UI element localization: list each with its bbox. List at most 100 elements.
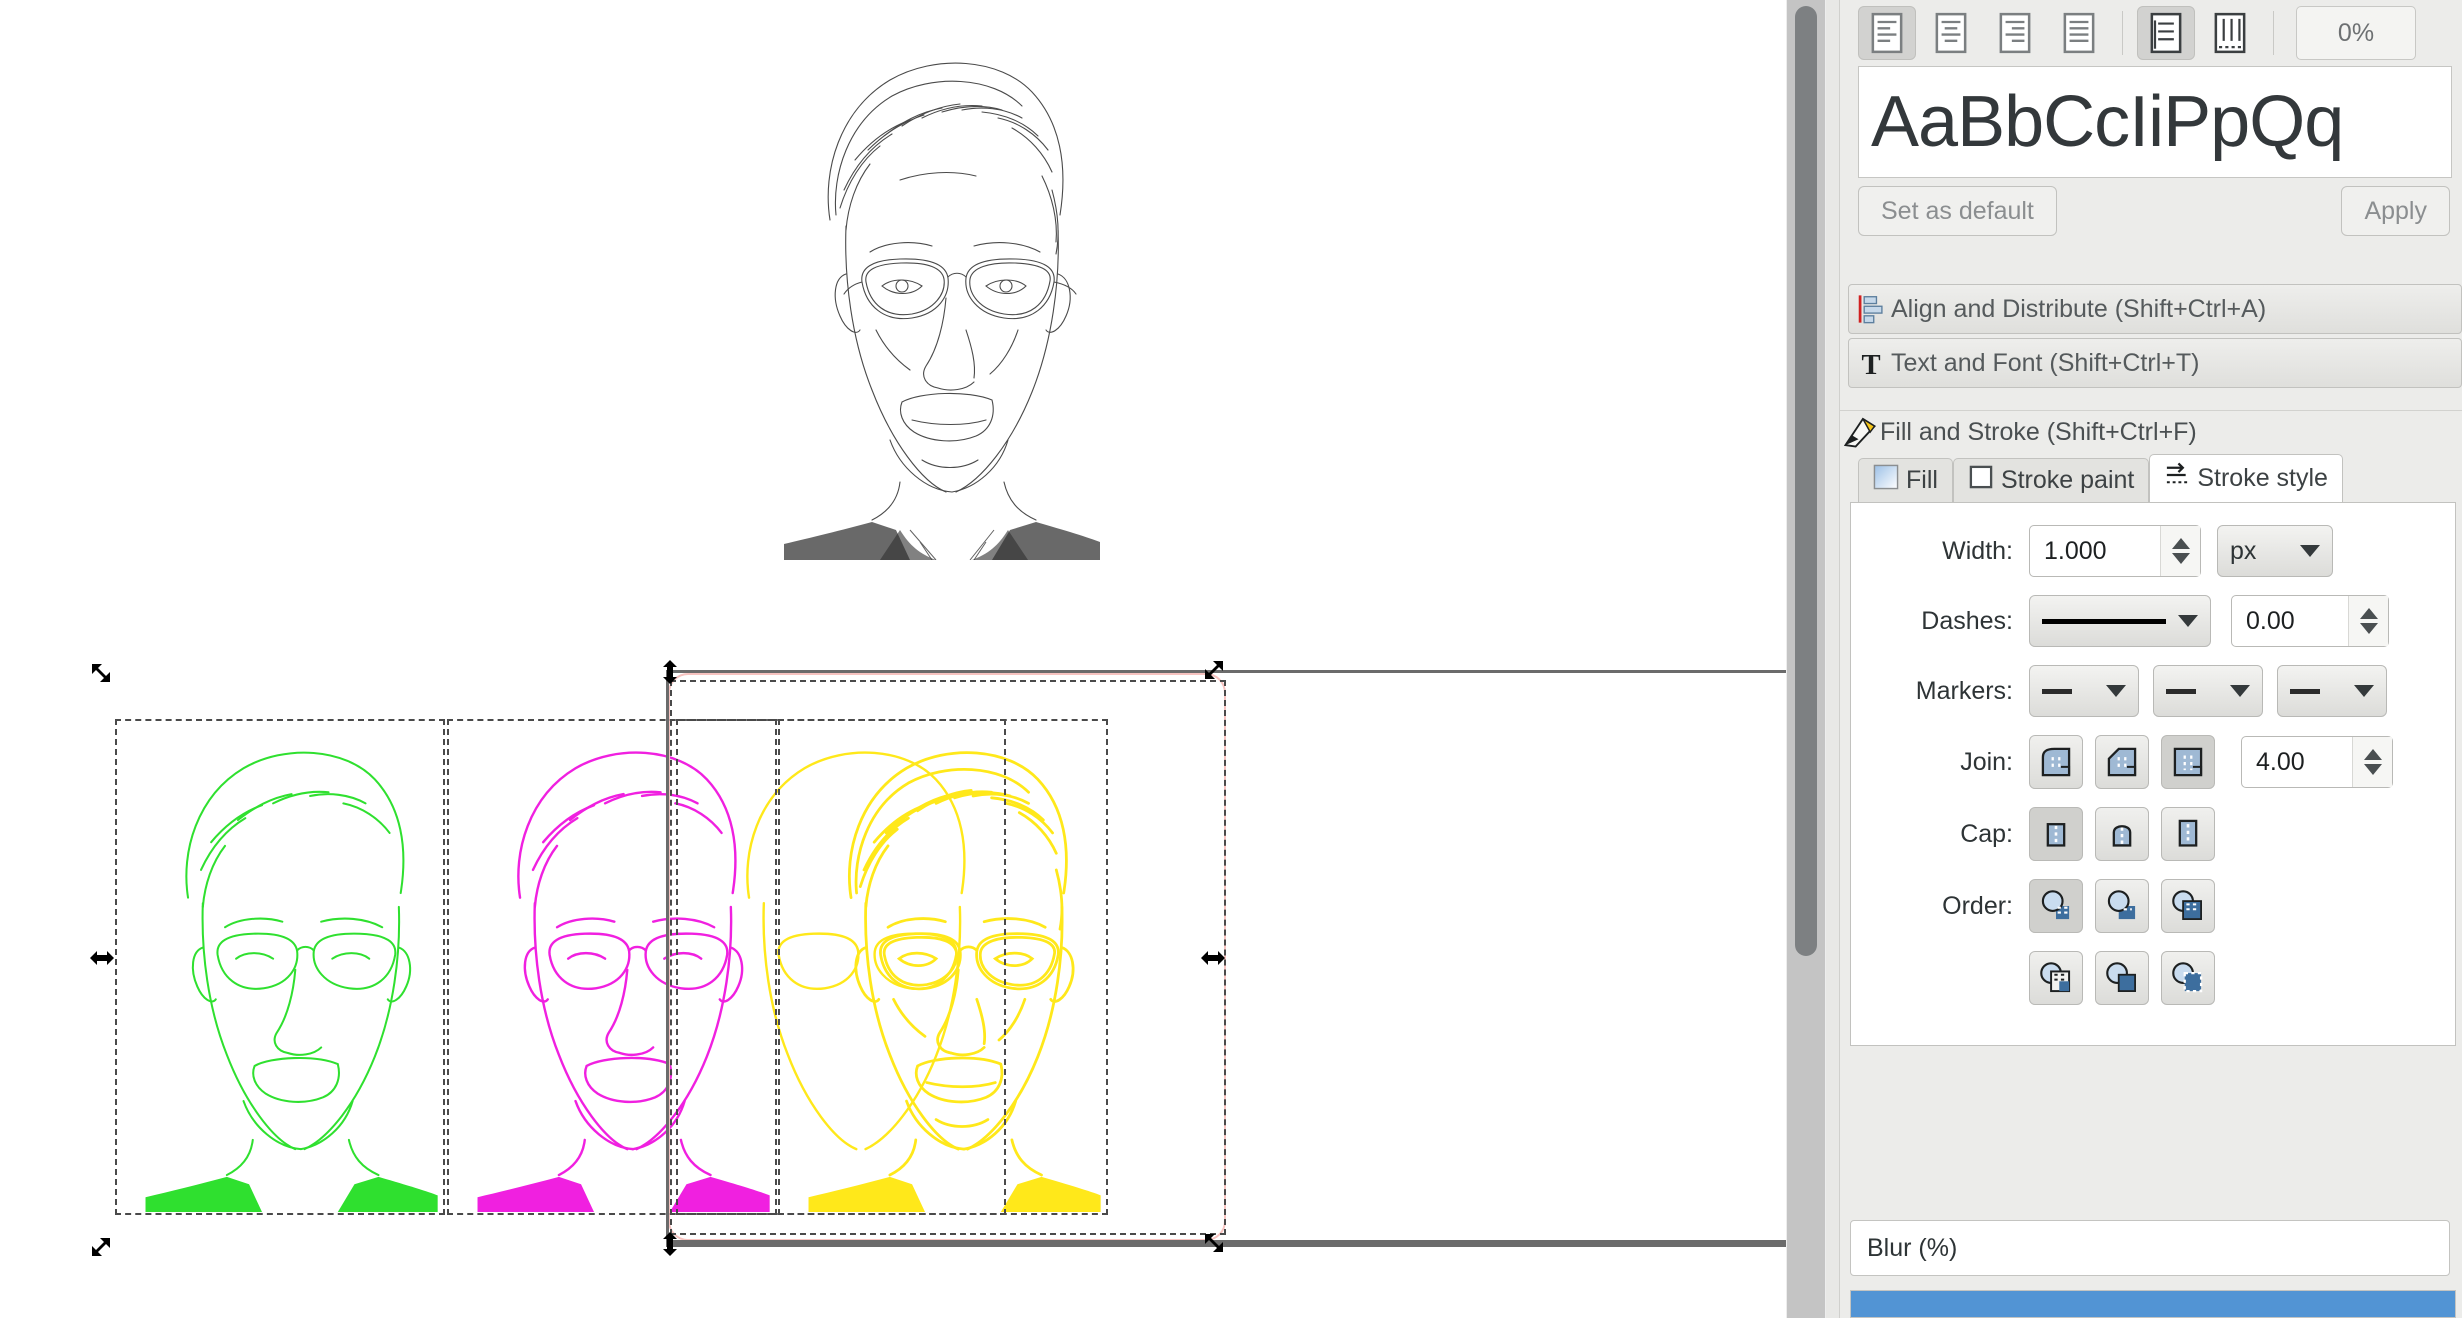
resize-handle-bottom-middle[interactable] bbox=[656, 1230, 684, 1258]
markers-row: Markers: bbox=[1851, 665, 2455, 717]
markers-fill-stroke-icon[interactable] bbox=[2095, 951, 2149, 1005]
fill-swatch-icon bbox=[1873, 464, 1899, 497]
stepper-down-icon[interactable] bbox=[2171, 553, 2190, 564]
resize-handle-bottom-right[interactable] bbox=[1199, 1228, 1227, 1256]
dialog-align-and-distribute[interactable]: Align and Distribute (Shift+Ctrl+A) bbox=[1848, 284, 2462, 334]
miter-limit-stepper[interactable] bbox=[2352, 737, 2392, 787]
miter-limit-value: 4.00 bbox=[2256, 747, 2305, 776]
bevel-join-icon[interactable] bbox=[2095, 735, 2149, 789]
blur-label: Blur (%) bbox=[1867, 1233, 1958, 1262]
stroke-fill-markers-icon[interactable] bbox=[2161, 879, 2215, 933]
text-tool-icon: T bbox=[1857, 348, 1885, 378]
order-label: Order: bbox=[1942, 891, 2013, 920]
font-preview: AaBbCcIiPpQq bbox=[1858, 66, 2452, 178]
letter-spacing-value[interactable]: 0% bbox=[2296, 6, 2416, 60]
apply-button[interactable]: Apply bbox=[2341, 186, 2450, 236]
resize-handle-middle-right[interactable] bbox=[1199, 944, 1227, 972]
square-cap-icon[interactable] bbox=[2161, 807, 2215, 861]
collapsed-dialogs: Align and Distribute (Shift+Ctrl+A) T Te… bbox=[1840, 280, 2462, 388]
dashes-row: Dashes: 0.00 bbox=[1851, 595, 2455, 647]
tab-fill[interactable]: Fill bbox=[1858, 458, 1953, 502]
align-distribute-icon bbox=[1857, 294, 1885, 324]
round-cap-icon[interactable] bbox=[2095, 807, 2149, 861]
align-right-icon[interactable] bbox=[1986, 6, 2044, 60]
dash-offset-input[interactable]: 0.00 bbox=[2231, 595, 2389, 647]
stepper-down-icon[interactable] bbox=[2363, 764, 2382, 775]
drawing-canvas[interactable] bbox=[0, 0, 1786, 1318]
stepper-up-icon[interactable] bbox=[2359, 608, 2378, 619]
portrait-original[interactable] bbox=[760, 30, 1100, 560]
toolbar-separator-2 bbox=[2273, 11, 2274, 55]
stroke-width-value: 1.000 bbox=[2044, 536, 2107, 565]
dash-offset-stepper[interactable] bbox=[2348, 596, 2388, 646]
stepper-up-icon[interactable] bbox=[2171, 538, 2190, 549]
text-align-toolbar: 0% bbox=[1850, 0, 2462, 62]
blur-slider[interactable] bbox=[1850, 1290, 2456, 1318]
right-dock-panel: 0% AaBbCcIiPpQq Set as default Apply Ali… bbox=[1840, 0, 2462, 1318]
fill-stroke-icon bbox=[1844, 416, 1876, 448]
marker-none-icon bbox=[2290, 688, 2320, 694]
text-horizontal-icon[interactable] bbox=[2137, 6, 2195, 60]
selection-dashed-box bbox=[670, 680, 1226, 1235]
resize-handle-top-left[interactable] bbox=[88, 660, 116, 688]
cap-label: Cap: bbox=[1960, 819, 2013, 848]
resize-handle-bottom-left[interactable] bbox=[88, 1232, 116, 1260]
dialog-text-and-font[interactable]: T Text and Font (Shift+Ctrl+T) bbox=[1848, 338, 2462, 388]
marker-none-icon bbox=[2042, 688, 2072, 694]
fill-and-stroke-header[interactable]: Fill and Stroke (Shift+Ctrl+F) bbox=[1840, 408, 2462, 454]
tab-stroke-paint-label: Stroke paint bbox=[2000, 466, 2135, 494]
marker-start-select[interactable] bbox=[2029, 665, 2139, 717]
stepper-down-icon[interactable] bbox=[2359, 623, 2378, 634]
stroke-width-row: Width: 1.000 px bbox=[1851, 525, 2455, 577]
dash-pattern-select[interactable] bbox=[2029, 595, 2211, 647]
miter-limit-input[interactable]: 4.00 bbox=[2241, 736, 2393, 788]
text-font-buttons: Set as default Apply bbox=[1850, 178, 2462, 246]
tab-fill-label: Fill bbox=[1906, 466, 1938, 494]
stroke-square-icon bbox=[1968, 464, 1994, 497]
vertical-scrollbar[interactable] bbox=[1786, 0, 1826, 1318]
inkscape-window: 0% AaBbCcIiPpQq Set as default Apply Ali… bbox=[0, 0, 2462, 1318]
stroke-width-unit-value: px bbox=[2230, 536, 2257, 565]
svg-text:T: T bbox=[1861, 349, 1880, 378]
text-vertical-icon[interactable] bbox=[2201, 6, 2259, 60]
scrollbar-thumb[interactable] bbox=[1795, 6, 1817, 956]
butt-cap-icon[interactable] bbox=[2029, 807, 2083, 861]
align-justify-icon[interactable] bbox=[2050, 6, 2108, 60]
dock-gutter bbox=[1826, 0, 1840, 1318]
marker-none-icon bbox=[2166, 688, 2196, 694]
markers-stroke-fill-icon[interactable] bbox=[2161, 951, 2215, 1005]
set-as-default-button[interactable]: Set as default bbox=[1858, 186, 2057, 236]
stepper-up-icon[interactable] bbox=[2363, 749, 2382, 760]
stroke-width-stepper[interactable] bbox=[2160, 526, 2200, 576]
tab-stroke-paint[interactable]: Stroke paint bbox=[1952, 458, 2150, 502]
fill-markers-stroke-icon[interactable] bbox=[2095, 879, 2149, 933]
resize-handle-top-right[interactable] bbox=[1199, 657, 1227, 685]
stroke-style-icon bbox=[2164, 462, 2190, 495]
stroke-width-unit-select[interactable]: px bbox=[2217, 525, 2333, 577]
dialog-text-and-font-label: Text and Font (Shift+Ctrl+T) bbox=[1891, 348, 2200, 377]
chevron-down-icon bbox=[2230, 685, 2250, 697]
tab-stroke-style-label: Stroke style bbox=[2197, 464, 2328, 492]
miter-join-icon[interactable] bbox=[2161, 735, 2215, 789]
align-left-icon[interactable] bbox=[1858, 6, 1916, 60]
stroke-markers-fill-icon[interactable] bbox=[2029, 951, 2083, 1005]
stroke-width-input[interactable]: 1.000 bbox=[2029, 525, 2201, 577]
fill-stroke-notebook: Fill Stroke paint Stroke style Width: 1.… bbox=[1850, 454, 2456, 1046]
fill-stroke-markers-icon[interactable] bbox=[2029, 879, 2083, 933]
join-label: Join: bbox=[1960, 747, 2013, 776]
dash-offset-value: 0.00 bbox=[2246, 606, 2295, 635]
stroke-width-label: Width: bbox=[1942, 536, 2013, 565]
marker-mid-select[interactable] bbox=[2153, 665, 2263, 717]
resize-handle-middle-left[interactable] bbox=[88, 944, 116, 972]
blur-section-header[interactable]: Blur (%) bbox=[1850, 1220, 2450, 1276]
marker-end-select[interactable] bbox=[2277, 665, 2387, 717]
round-join-icon[interactable] bbox=[2029, 735, 2083, 789]
resize-handle-top-middle[interactable] bbox=[656, 658, 684, 686]
tab-stroke-style[interactable]: Stroke style bbox=[2149, 454, 2343, 502]
font-preview-text: AaBbCcIiPpQq bbox=[1871, 82, 2344, 162]
align-center-icon[interactable] bbox=[1922, 6, 1980, 60]
object-bbox-green bbox=[115, 719, 445, 1215]
stroke-style-panel: Width: 1.000 px Dashes: 0.00 Markers: Jo… bbox=[1850, 502, 2456, 1046]
chevron-down-icon bbox=[2106, 685, 2126, 697]
chevron-down-icon bbox=[2300, 545, 2320, 557]
